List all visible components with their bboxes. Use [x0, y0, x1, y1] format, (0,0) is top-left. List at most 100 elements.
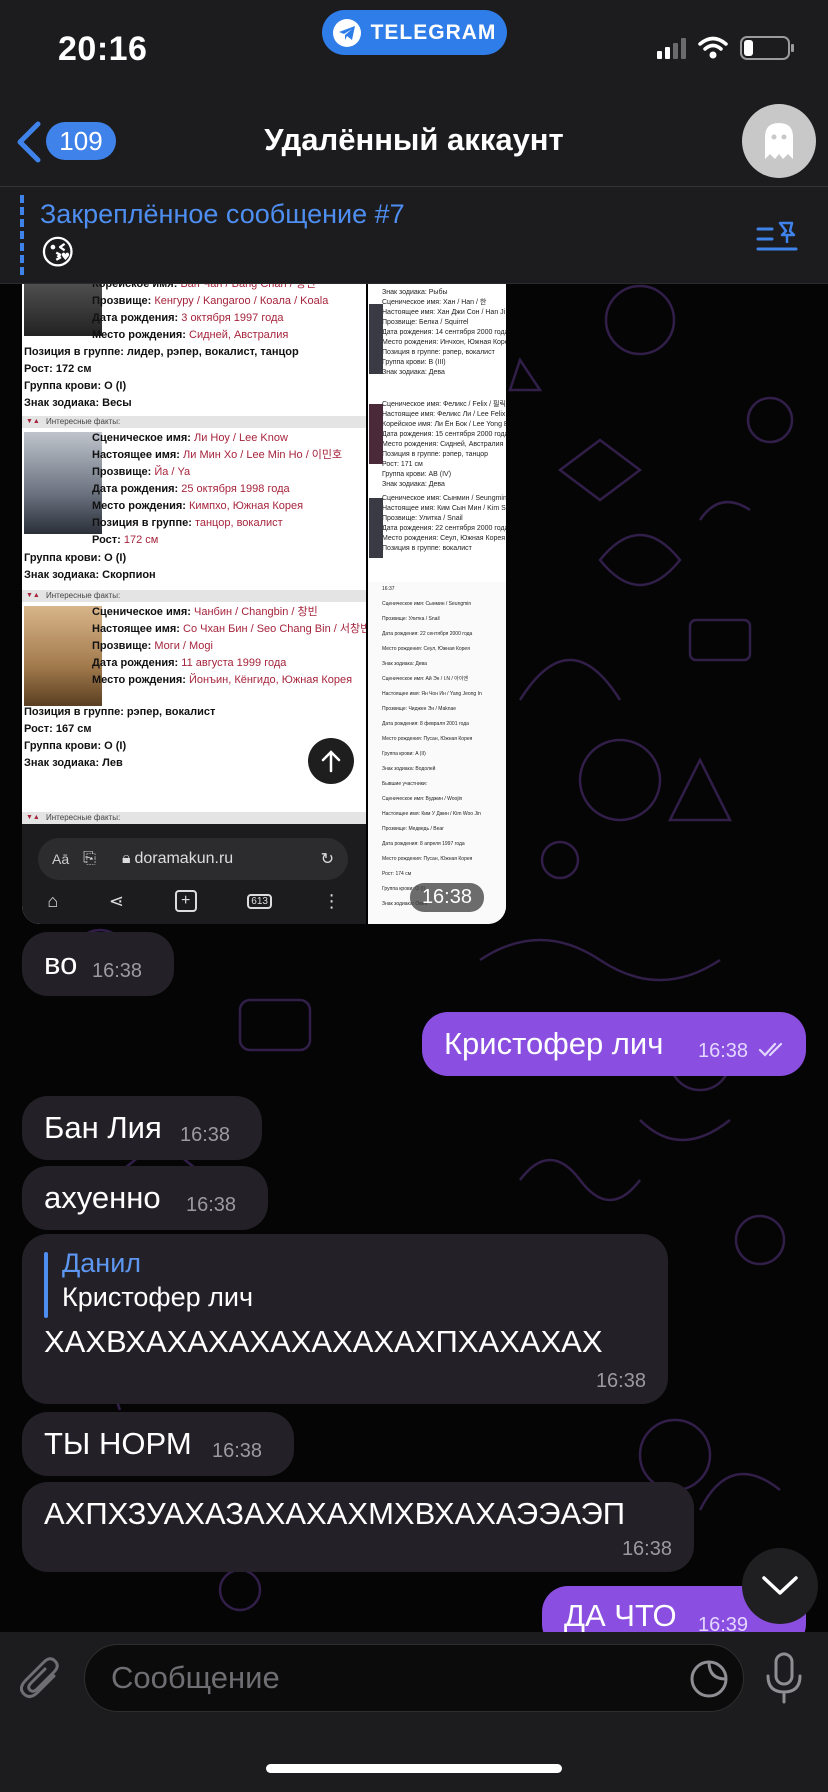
message-time: 16:38 — [212, 1440, 263, 1462]
message-text: Бан Лия — [44, 1110, 162, 1145]
fact-line: Рост: 172 см — [24, 363, 92, 375]
fact-line: Дата рождения: 8 февраля 2001 года — [382, 721, 469, 727]
fact-line: Место рождения: Сеул, Южная Корея — [382, 535, 506, 542]
pin-list-icon[interactable] — [756, 219, 798, 253]
fact-line: Знак зодиака: Дева — [382, 481, 445, 488]
reader-mode-icon[interactable]: Aā — [52, 851, 69, 867]
pinned-indicator — [20, 195, 24, 275]
reply-author[interactable]: Данил — [62, 1248, 141, 1279]
nested-screenshot: 16:37 Сценическое имя: Сынмин / Seungmin П… — [368, 582, 506, 924]
fact-line: Знак зодиака: Водолей — [382, 766, 436, 772]
fact-line: Место рождения: Сидней, Австралия — [92, 329, 289, 341]
reload-icon[interactable]: ↻ — [321, 849, 334, 869]
fact-line: Прозвище: Улитка / Snail — [382, 515, 463, 522]
message-composer: Сообщение — [0, 1632, 828, 1792]
fact-line: Прозвище: Чиджен Эн / Maknae — [382, 706, 457, 712]
message-bubble-incoming[interactable]: ахуенно 16:38 — [22, 1166, 268, 1230]
browser-toolbar: Aā ⎘ 🔒︎ doramakun.ru ↻ ⌂ ⋖ + 613 ⋮ — [22, 824, 366, 924]
home-indicator — [266, 1764, 562, 1773]
fact-line: Настоящее имя: Ян Чон Ин / Yang Jeong In — [382, 691, 482, 697]
fact-line: Группа крови: A (II) — [382, 751, 426, 757]
message-input-placeholder: Сообщение — [111, 1660, 280, 1695]
facts-divider: Интересные факты: — [22, 812, 366, 824]
browser-url-bar[interactable]: Aā ⎘ 🔒︎ doramakun.ru ↻ — [38, 838, 348, 880]
screenshot-right: Знак зодиака: Рыбы Сценическое имя: Хан /… — [368, 284, 506, 924]
fact-line: Знак зодиака: Дева — [382, 661, 427, 667]
chat-title[interactable]: Удалённый аккаунт — [0, 122, 828, 158]
message-input[interactable]: Сообщение — [84, 1644, 744, 1712]
translate-icon[interactable]: ⎘ — [83, 850, 96, 868]
share-icon[interactable]: ⋖ — [109, 891, 124, 912]
fact-line: Сценическое имя: Ли Ноу / Lee Know — [92, 432, 288, 444]
message-bubble-incoming[interactable]: ТЫ НОРМ 16:38 — [22, 1412, 294, 1476]
new-tab-icon[interactable]: + — [174, 890, 197, 912]
more-menu-icon[interactable]: ⋮ — [323, 891, 341, 912]
member-photo — [24, 432, 102, 534]
fact-line: Настоящее имя: Ли Мин Хо / Lee Min Ho / … — [92, 449, 343, 461]
message-time: 16:38 — [409, 883, 484, 912]
message-bubble-incoming[interactable]: во 16:38 — [22, 932, 174, 996]
fact-line: Рост: 174 см — [382, 871, 412, 877]
fact-line: Рост: 172 см — [92, 534, 159, 546]
message-bubble-outgoing[interactable]: Кристофер лич 16:38 — [422, 1012, 806, 1076]
reply-quote[interactable]: Кристофер лич — [62, 1282, 253, 1313]
fact-line: Сценическое имя: Вуджин / Woojin — [382, 796, 463, 802]
message-bubble-incoming[interactable]: Бан Лия 16:38 — [22, 1096, 262, 1160]
facts-divider: Интересные факты: — [22, 416, 366, 428]
telegram-plane-icon — [332, 18, 361, 47]
fact-line: Позиция в группе: рэпер, танцор — [382, 451, 489, 458]
scroll-to-top-button[interactable] — [308, 738, 354, 784]
fact-line: Место рождения: Кимпхо, Южная Корея — [92, 500, 304, 512]
fact-line: Сценическое имя: Хан / Han / 한 — [382, 299, 487, 306]
fact-line: Бывшие участники: — [382, 781, 428, 787]
fact-line: Настоящее имя: Феликс Ли / Lee Felix — [382, 411, 506, 418]
chat-header: 109 Удалённый аккаунт — [0, 100, 828, 186]
url-text: doramakun.ru — [134, 850, 234, 867]
status-icons — [657, 36, 794, 60]
message-time: 16:38 — [180, 1124, 231, 1146]
fact-line: Позиция в группе: вокалист — [382, 545, 472, 552]
wifi-icon — [698, 36, 728, 59]
fact-line: Сценическое имя: Сынмин / Seungmin — [382, 495, 506, 502]
screenshot-left: Корейское имя: Бан Чан / Bang Chan / 방찬 П… — [22, 284, 366, 924]
avatar[interactable] — [742, 104, 816, 178]
message-bubble-incoming[interactable]: АХПХЗУАХАЗАХАХАХМХВХАХАЭЭАЭП 16:38 — [22, 1482, 694, 1572]
home-icon[interactable]: ⌂ — [47, 891, 58, 912]
fact-line: Прозвище: Кенгуру / Kangaroo / Коала / K… — [92, 295, 329, 307]
image-message[interactable]: Корейское имя: Бан Чан / Bang Chan / 방찬 П… — [22, 284, 506, 924]
telegram-app-pill[interactable]: TELEGRAM — [322, 10, 507, 55]
fact-line: Дата рождения: 25 октября 1998 года — [92, 483, 290, 495]
pinned-emoji: 😘 — [40, 234, 76, 272]
member-photo — [24, 284, 102, 336]
microphone-icon[interactable] — [764, 1652, 804, 1704]
fact-line: Знак зодиака: Скорпион — [24, 569, 156, 581]
app-pill-label: TELEGRAM — [370, 20, 497, 44]
fact-line: Дата рождения: 14 сентября 2000 года — [382, 329, 506, 336]
member-thumb — [369, 404, 383, 464]
lock-icon: 🔒︎ — [121, 850, 131, 867]
fact-line: Рост: 171 см — [382, 461, 423, 468]
fact-line: Место рождения: Сеул, Южная Корея — [382, 646, 470, 652]
message-text: ахуенно — [44, 1180, 161, 1215]
scroll-down-button[interactable] — [742, 1548, 818, 1624]
fact-line: Корейское имя: Бан Чан / Bang Chan / 방찬 — [92, 284, 317, 290]
fact-line: Прозвище: Улитка / Snail — [382, 616, 440, 622]
fact-line: Группа крови: O (I) — [24, 552, 127, 564]
fact-line: Группа крови: B (III) — [382, 359, 446, 366]
pinned-title: Закреплённое сообщение #7 — [40, 199, 405, 229]
paperclip-icon[interactable] — [20, 1656, 62, 1702]
arrow-up-icon — [321, 750, 341, 773]
fact-line: Сценическое имя: Феликс / Felix / 필릭 — [382, 401, 506, 408]
fact-line: Сценическое имя: Ай Эн / I.N / 아이엔 — [382, 676, 468, 682]
message-time: 16:38 — [621, 1538, 672, 1560]
tabs-icon[interactable]: 613 — [247, 893, 272, 909]
fact-line: Прозвище: Медведь / Bear — [382, 826, 444, 832]
fact-line: Знак зодиака: Рыбы — [382, 289, 448, 296]
fact-line: Позиция в группе: лидер, рэпер, вокалист… — [24, 346, 299, 358]
fact-line: Дата рождения: 3 октября 1997 года — [92, 312, 284, 324]
pinned-message-bar[interactable]: Закреплённое сообщение #7 😘 — [0, 186, 828, 284]
fact-line: Прозвище: Моги / Mogi — [92, 640, 213, 652]
message-bubble-reply[interactable]: Данил Кристофер лич ХАХВХАХАХАХАХАХАХАХП… — [22, 1234, 668, 1404]
sticker-icon[interactable] — [689, 1659, 729, 1699]
fact-line: Группа крови: O (I) — [24, 740, 127, 752]
